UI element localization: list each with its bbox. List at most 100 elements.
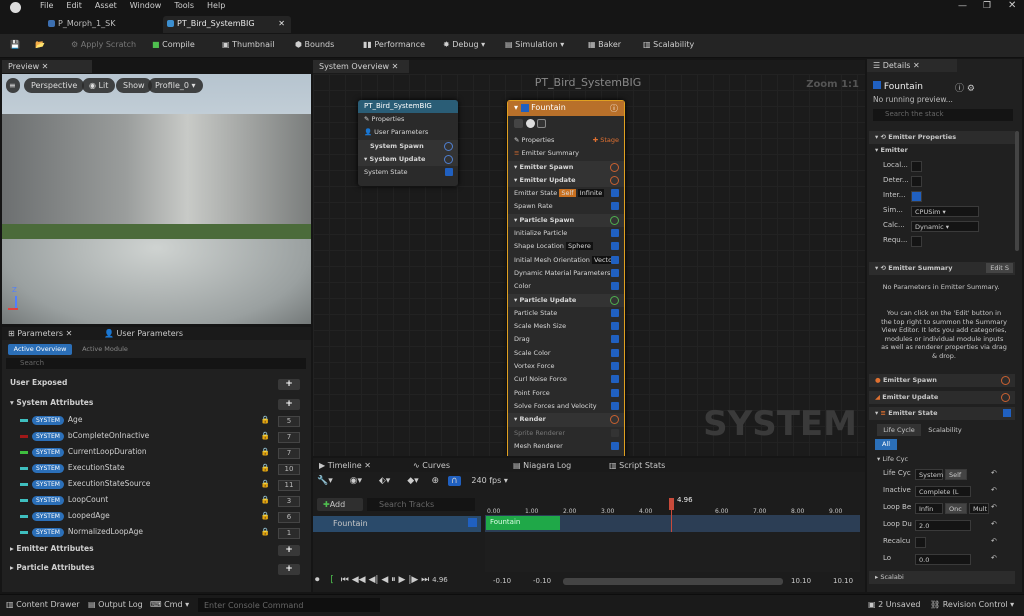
module-checkbox[interactable] bbox=[611, 255, 619, 264]
module-checkbox[interactable] bbox=[611, 308, 619, 317]
tab-timeline[interactable]: ▶ Timeline ✕ bbox=[319, 461, 371, 470]
tab-pt-bird[interactable]: PT_Bird_SystemBIG ✕ bbox=[163, 16, 291, 33]
module-checkbox[interactable] bbox=[611, 362, 619, 371]
emitter-property-row[interactable]: Deter... bbox=[883, 176, 1023, 189]
emitter-property-row[interactable]: Sim... CPUSim ▾ bbox=[883, 206, 1023, 219]
system-spawn-row[interactable]: System Spawn bbox=[358, 139, 458, 153]
active-module-button[interactable]: Active Module bbox=[76, 344, 134, 355]
module-checkbox[interactable] bbox=[611, 189, 619, 198]
to-end-icon[interactable]: ⏭ bbox=[421, 575, 429, 585]
transform-icon[interactable]: 🔧▾ bbox=[317, 476, 333, 486]
emitter-summary-header[interactable]: ▾ ⟲ Emitter Summary Edit S bbox=[869, 262, 1015, 275]
add-system-update-icon[interactable] bbox=[444, 154, 453, 164]
life-cycle-section[interactable]: ▾ Life Cyc bbox=[877, 455, 908, 463]
system-attributes-row[interactable]: ▾ System Attributes + bbox=[10, 398, 300, 413]
module-row[interactable]: Scale Color bbox=[508, 347, 624, 360]
system-node[interactable]: PT_Bird_SystemBIG ✎ Properties 👤 User Pa… bbox=[358, 100, 458, 186]
play-icon[interactable]: ▶ bbox=[399, 575, 406, 585]
module-row[interactable]: Curl Noise Force bbox=[508, 373, 624, 386]
emitter-node-fountain[interactable]: ▾ Fountain ⓘ ✎ Properties ✚ Stage ≡ Emitte… bbox=[507, 100, 625, 456]
property-checkbox[interactable] bbox=[911, 191, 922, 202]
thumbnail-button[interactable]: ▣ Thumbnail bbox=[222, 40, 274, 49]
life-cycle-row[interactable]: Loop Du 2.0 ↶ bbox=[883, 520, 1023, 533]
track-enable-checkbox[interactable] bbox=[468, 518, 477, 527]
life-cycle-row[interactable]: Loop Be Infin Onc Mult ↶ bbox=[883, 503, 1023, 516]
search-tracks-input[interactable]: Search Tracks bbox=[367, 498, 475, 511]
add-module-icon[interactable] bbox=[610, 162, 619, 172]
system-update-row[interactable]: ▾ System Update bbox=[358, 152, 458, 167]
add-emitter-attribute-button[interactable]: + bbox=[278, 545, 300, 556]
module-checkbox[interactable] bbox=[611, 202, 619, 211]
add-module-icon[interactable] bbox=[610, 295, 619, 305]
tab-details[interactable]: ☰ Details ✕ bbox=[867, 59, 957, 72]
module-checkbox[interactable] bbox=[611, 401, 619, 410]
scalability-tab[interactable]: Scalability bbox=[923, 424, 967, 436]
particle-attributes-row[interactable]: ▸ Particle Attributes + bbox=[10, 563, 300, 578]
bounds-button[interactable]: ⬢ Bounds bbox=[295, 40, 334, 49]
system-properties-row[interactable]: ✎ Properties bbox=[358, 113, 458, 126]
system-attribute-row[interactable]: SYSTEM LoopCount 🔒 3 bbox=[20, 495, 300, 510]
browse-icon[interactable]: 📂 bbox=[35, 40, 45, 49]
property-field[interactable]: 0.0 bbox=[915, 554, 971, 565]
module-row[interactable]: Emitter State Self Infinite bbox=[508, 187, 624, 200]
module-checkbox[interactable] bbox=[611, 388, 619, 397]
fps-dropdown[interactable]: 240 fps ▾ bbox=[471, 476, 507, 485]
module-row[interactable]: Initial Mesh Orientation Vector bbox=[508, 254, 624, 267]
emitter-clip[interactable]: Fountain bbox=[486, 516, 560, 530]
loop-start-icon[interactable]: [ bbox=[330, 575, 334, 585]
system-attribute-row[interactable]: SYSTEM LoopedAge 🔒 6 bbox=[20, 511, 300, 526]
timeline-scrollbar[interactable] bbox=[563, 578, 783, 585]
system-attribute-row[interactable]: SYSTEM bCompleteOnInactive 🔒 7 bbox=[20, 431, 300, 446]
snap-icon[interactable]: ⊕ bbox=[432, 476, 440, 486]
output-log-button[interactable]: ▤ Output Log bbox=[88, 600, 143, 609]
to-start-icon[interactable]: ⏮ bbox=[341, 575, 349, 585]
module-row[interactable]: Solve Forces and Velocity bbox=[508, 400, 624, 413]
module-row[interactable]: Scale Mesh Size bbox=[508, 320, 624, 333]
add-user-exposed-button[interactable]: + bbox=[278, 379, 300, 390]
stage-row[interactable]: ≡ Emitter Summary bbox=[508, 147, 624, 160]
system-attribute-row[interactable]: SYSTEM NormalizedLoopAge 🔒 1 bbox=[20, 527, 300, 542]
pause-icon[interactable]: ⏸ bbox=[391, 575, 396, 585]
system-attribute-row[interactable]: SYSTEM Age 🔒 5 bbox=[20, 415, 300, 430]
menu-tools[interactable]: Tools bbox=[174, 1, 194, 10]
module-row[interactable]: Sprite Renderer bbox=[508, 427, 624, 440]
reset-icon[interactable]: ↶ bbox=[991, 503, 997, 511]
show-button[interactable]: Show bbox=[116, 78, 152, 93]
close-window-icon[interactable]: ✕ bbox=[1008, 0, 1016, 11]
viewport-menu-icon[interactable]: ≡ bbox=[6, 78, 20, 93]
menu-asset[interactable]: Asset bbox=[95, 1, 117, 10]
emitter-properties-header[interactable]: ▾ ⟲ Emitter Properties bbox=[869, 131, 1015, 144]
module-row[interactable]: Mesh Renderer bbox=[508, 440, 624, 453]
reset-icon[interactable]: ↶ bbox=[991, 486, 997, 494]
add-system-attribute-button[interactable]: + bbox=[278, 399, 300, 410]
edit-summary-button[interactable]: Edit S bbox=[986, 263, 1013, 273]
scalability-button[interactable]: ▥ Scalability bbox=[643, 40, 694, 49]
performance-button[interactable]: ▮▮ Performance bbox=[363, 40, 425, 49]
add-track-button[interactable]: ✚Add bbox=[317, 498, 363, 511]
property-dropdown[interactable]: Dynamic ▾ bbox=[911, 221, 979, 232]
module-row[interactable]: Dynamic Material Parameters bbox=[508, 267, 624, 280]
key-icon[interactable]: ◆▾ bbox=[407, 476, 418, 486]
preview-tab[interactable]: Preview ✕ bbox=[2, 60, 92, 73]
module-checkbox[interactable] bbox=[611, 322, 619, 331]
magnet-icon[interactable]: ∩ bbox=[447, 476, 461, 486]
emitter-property-row[interactable]: Requ... bbox=[883, 236, 1023, 249]
simulation-button[interactable]: ▤ Simulation ▾ bbox=[505, 40, 564, 49]
emitter-state-header[interactable]: ▾ ≡ Emitter State bbox=[869, 407, 1015, 420]
emitter-attributes-row[interactable]: ▸ Emitter Attributes + bbox=[10, 544, 300, 559]
life-cycle-row[interactable]: Recalcu ↶ bbox=[883, 537, 1023, 550]
menu-edit[interactable]: Edit bbox=[66, 1, 82, 10]
system-attribute-row[interactable]: SYSTEM ExecutionState 🔒 10 bbox=[20, 463, 300, 478]
option-c[interactable]: Mult bbox=[969, 503, 989, 514]
emitter-section[interactable]: ▾ Emitter bbox=[875, 146, 908, 154]
property-field[interactable]: Complete (L bbox=[915, 486, 971, 497]
stage-row[interactable]: ▾ Emitter Update bbox=[508, 173, 624, 188]
menu-help[interactable]: Help bbox=[207, 1, 225, 10]
add-stage-button[interactable]: ✚ Stage bbox=[593, 136, 619, 144]
details-info-icon[interactable]: ⓘ ⚙ bbox=[955, 81, 975, 94]
tab-system-overview[interactable]: System Overview ✕ bbox=[313, 60, 409, 73]
prev-key-icon[interactable]: ◀◀ bbox=[352, 575, 366, 585]
tab-curves[interactable]: ∿ Curves bbox=[413, 461, 450, 470]
property-dropdown[interactable]: CPUSim ▾ bbox=[911, 206, 979, 217]
option-b[interactable]: Self bbox=[945, 469, 967, 480]
